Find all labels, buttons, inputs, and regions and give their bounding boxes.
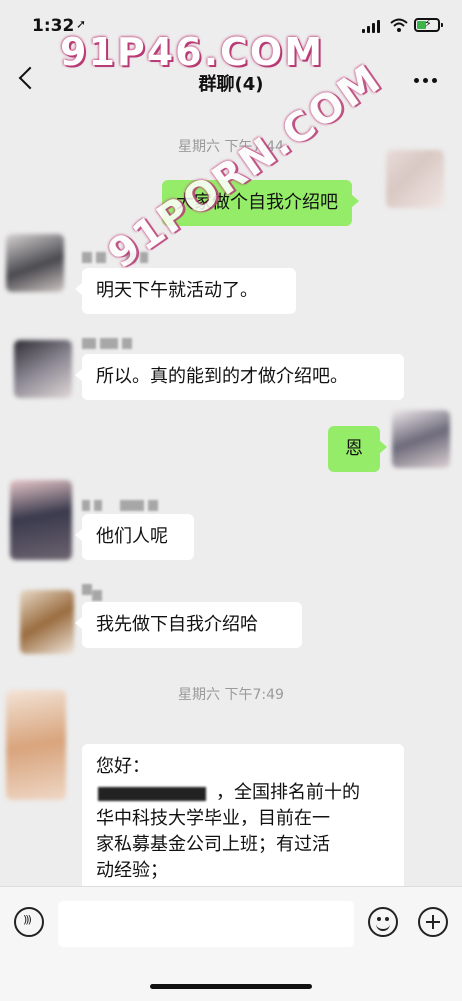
- message-bubble[interactable]: 他们人呢: [75, 514, 194, 560]
- message-line: 动经验；: [96, 860, 168, 881]
- nickname-redacted: [82, 584, 122, 601]
- avatar[interactable]: [6, 234, 64, 292]
- message-line: 您好：: [96, 756, 150, 777]
- avatar[interactable]: [6, 690, 66, 800]
- avatar-self[interactable]: [386, 150, 444, 208]
- message-bubble[interactable]: 明天下午就活动了。: [75, 268, 296, 314]
- timestamp: 星期六 下午7:49: [178, 687, 284, 703]
- nickname-redacted: [82, 338, 162, 352]
- avatar[interactable]: [14, 340, 72, 398]
- home-indicator: [150, 984, 312, 989]
- plus-icon[interactable]: [418, 907, 448, 937]
- message-bubble[interactable]: 您好： ，全国排名前十的 华中科技大学毕业，目前在一 家私募基金公司上班；有过活…: [82, 744, 404, 904]
- wifi-icon: [390, 18, 408, 32]
- message-bubble-self[interactable]: 恩: [328, 426, 387, 472]
- message-bubble[interactable]: 我先做下自我介绍哈: [75, 602, 302, 648]
- avatar-self[interactable]: [392, 410, 450, 468]
- avatar[interactable]: [10, 480, 72, 560]
- redacted-name: [98, 787, 206, 801]
- location-arrow-icon: ➚: [76, 17, 87, 31]
- watermark: 91P46.COM: [60, 30, 325, 74]
- battery-icon: ⚡: [414, 17, 443, 32]
- avatar[interactable]: [20, 590, 74, 654]
- nickname-redacted: [82, 500, 172, 514]
- message-bubble[interactable]: 所以。真的能到的才做介绍吧。: [75, 354, 404, 400]
- message-line-text: ，全国排名前十的: [216, 782, 360, 803]
- more-dots-icon[interactable]: [414, 78, 438, 84]
- message-line: 华中科技大学毕业，目前在一: [96, 808, 330, 829]
- emoji-icon[interactable]: [368, 907, 398, 937]
- signal-icon: [362, 20, 382, 33]
- message-input[interactable]: [58, 901, 354, 947]
- message-line: 家私募基金公司上班；有过活: [96, 834, 330, 855]
- message-line: ，全国排名前十的: [96, 780, 390, 806]
- voice-icon[interactable]: [14, 907, 44, 937]
